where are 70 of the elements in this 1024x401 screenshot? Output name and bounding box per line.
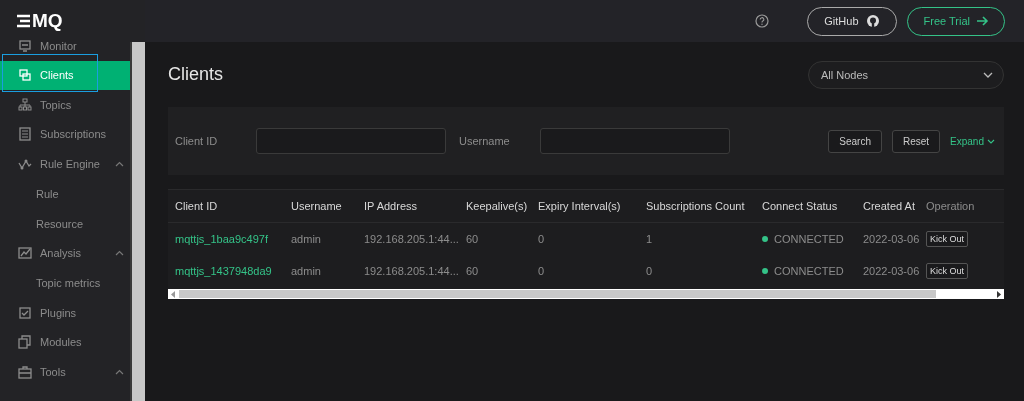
table-cell-text: 0 bbox=[537, 233, 546, 245]
table-cell-text: 2022-03-06 bbox=[862, 233, 919, 245]
page-title: Clients bbox=[168, 64, 224, 85]
arrow-right-icon bbox=[977, 16, 989, 26]
sidebar-item[interactable]: Modules bbox=[0, 327, 131, 357]
status-dot bbox=[762, 268, 768, 274]
scrollbar[interactable] bbox=[130, 42, 145, 401]
column-header: IP Address bbox=[363, 200, 418, 212]
kick-out-button[interactable]: Kick Out bbox=[926, 263, 968, 279]
sidebar-item[interactable]: Monitor bbox=[0, 31, 131, 61]
hierarchy-icon bbox=[18, 97, 32, 112]
sidebar-item[interactable]: Topics bbox=[0, 90, 131, 120]
status-text: CONNECTED bbox=[774, 265, 844, 277]
sidebar-item[interactable]: Subscriptions bbox=[0, 119, 131, 149]
input-field[interactable] bbox=[256, 128, 446, 154]
table-cell-text: 60 bbox=[465, 233, 480, 245]
logo-mark-icon bbox=[17, 14, 31, 28]
table-cell-text: 0 bbox=[537, 265, 546, 277]
chevron-down-icon bbox=[983, 71, 993, 78]
field-label: Username bbox=[459, 135, 511, 147]
table-cell-text: admin bbox=[290, 233, 322, 245]
table-cell-text: 192.168.205.1:44... bbox=[363, 233, 459, 245]
arrow-right-icon bbox=[996, 290, 1001, 298]
expand-link[interactable]: Expand bbox=[950, 135, 995, 147]
search-button[interactable]: Search bbox=[828, 129, 882, 153]
status-dot bbox=[762, 236, 768, 242]
node-dropdown[interactable]: All Nodes bbox=[808, 60, 1004, 89]
sidebar-subitem[interactable]: Topic metrics bbox=[0, 268, 131, 298]
table-cell-text: admin bbox=[290, 265, 322, 277]
monitor-icon bbox=[18, 38, 32, 53]
table-cell-text: 0 bbox=[645, 265, 654, 277]
client-id-link[interactable]: mqttjs_1baa9c497f bbox=[168, 233, 284, 245]
column-header: Keepalive(s) bbox=[465, 200, 529, 212]
help-icon bbox=[755, 14, 770, 28]
checkbox-icon bbox=[18, 305, 32, 320]
table-cell-text: 192.168.205.1:44... bbox=[363, 265, 459, 277]
column-header: Expiry Interval(s) bbox=[537, 200, 622, 212]
octocat-icon bbox=[865, 14, 880, 28]
column-header: Subscriptions Count bbox=[645, 200, 746, 212]
toolbox-icon bbox=[18, 364, 32, 379]
field-label: Client ID bbox=[175, 135, 219, 147]
client-id-link[interactable]: mqttjs_1437948da9 bbox=[168, 265, 284, 277]
reset-button[interactable]: Reset bbox=[891, 129, 941, 153]
column-header: Connect Status bbox=[761, 200, 839, 212]
sidebar-subitem[interactable]: Resource bbox=[0, 208, 131, 239]
windows-icon bbox=[18, 68, 32, 83]
line-chart-icon bbox=[18, 246, 32, 261]
sidebar-subitem[interactable]: Rule bbox=[0, 178, 131, 209]
logo-text: MQ bbox=[32, 10, 63, 32]
horizontal-scrollbar[interactable] bbox=[168, 289, 1004, 299]
sidebar-item[interactable]: Plugins bbox=[0, 298, 131, 328]
table-cell-text: 1 bbox=[645, 233, 654, 245]
column-header: Client ID bbox=[174, 200, 219, 212]
sidebar-item[interactable]: Clients bbox=[0, 60, 131, 90]
sidebar-item[interactable]: Tools bbox=[0, 357, 131, 387]
sidebar-item[interactable]: Rule Engine bbox=[0, 149, 131, 179]
status-text: CONNECTED bbox=[774, 233, 844, 245]
copy-icon bbox=[18, 335, 32, 350]
kick-out-button[interactable]: Kick Out bbox=[926, 231, 968, 247]
column-header: Username bbox=[290, 200, 343, 212]
arrow-left-icon bbox=[171, 290, 176, 298]
table-cell-text: 60 bbox=[465, 265, 480, 277]
column-header: Operation bbox=[925, 200, 976, 212]
chevron-down-icon bbox=[987, 138, 995, 144]
input-field[interactable] bbox=[540, 128, 730, 154]
scrollbar-thumb[interactable] bbox=[179, 290, 936, 298]
list-icon bbox=[18, 127, 32, 142]
table-cell-text: 2022-03-06 bbox=[862, 265, 919, 277]
sidebar-item[interactable]: Analysis bbox=[0, 238, 131, 268]
column-header: Created At bbox=[862, 200, 916, 212]
